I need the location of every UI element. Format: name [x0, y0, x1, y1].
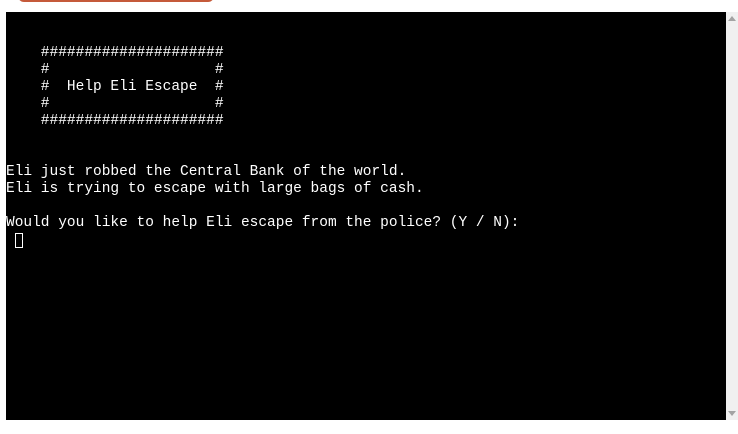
terminal-scrollbar[interactable] [726, 12, 738, 420]
story-line-2: Eli is trying to escape with large bags … [6, 181, 424, 197]
text-input-cursor[interactable] [15, 233, 23, 248]
scroll-down-arrow-icon[interactable] [728, 411, 736, 416]
banner-side-border: # # [6, 62, 224, 78]
story-line-1: Eli just robbed the Central Bank of the … [6, 164, 407, 180]
terminal-window[interactable]: ##################### # # # Help Eli Esc… [6, 12, 726, 420]
input-prompt: Would you like to help Eli escape from t… [6, 215, 520, 231]
banner-title: # Help Eli Escape # [6, 79, 224, 95]
banner-top-border: ##################### [6, 45, 224, 61]
scroll-up-arrow-icon[interactable] [728, 16, 736, 21]
terminal-output: ##################### # # # Help Eli Esc… [6, 45, 519, 232]
run-program-button[interactable] [18, 0, 214, 2]
banner-bottom-border: ##################### [6, 113, 224, 129]
banner-side-border: # # [6, 96, 224, 112]
